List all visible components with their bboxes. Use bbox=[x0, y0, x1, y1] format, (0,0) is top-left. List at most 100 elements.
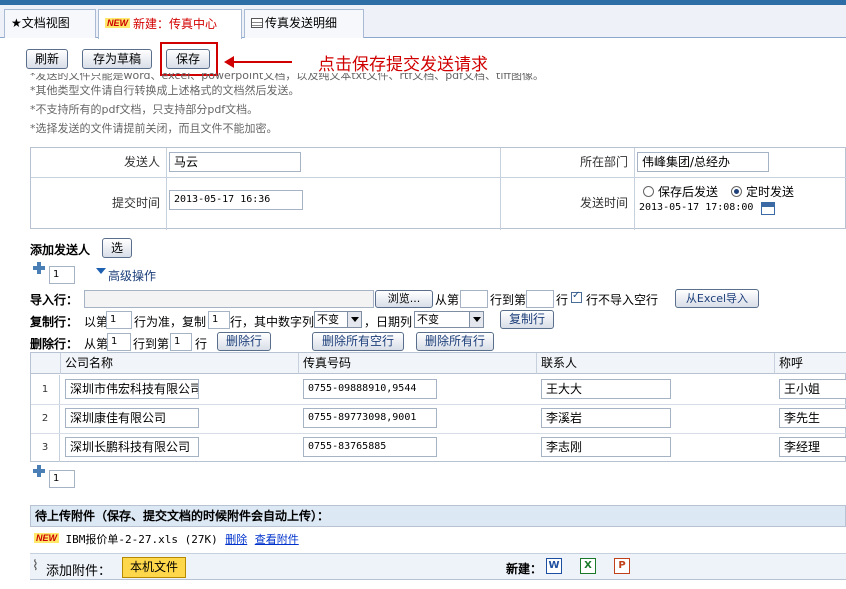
tab-new-fax-center[interactable]: NEW 新建：传真中心 bbox=[98, 9, 242, 39]
dept-field[interactable]: 伟峰集团/总经办 bbox=[637, 152, 769, 172]
skip-empty-checkbox[interactable] bbox=[571, 290, 582, 303]
scheduled-send-label: 定时发送 bbox=[746, 185, 795, 199]
attachment-delete-link[interactable]: 删除 bbox=[225, 533, 247, 546]
salutation-field[interactable]: 王小姐 bbox=[779, 379, 846, 399]
recipient-table: 公司名称 传真号码 联系人 称呼 1 深圳市伟宏科技有限公司 0755-0988… bbox=[30, 352, 846, 462]
copy-row-button[interactable]: 复制行 bbox=[500, 310, 554, 329]
submit-time-label: 提交时间 bbox=[111, 196, 160, 210]
sender-label: 发送人 bbox=[123, 155, 160, 169]
delete-from-field[interactable]: 1 bbox=[107, 333, 131, 351]
row-number: 1 bbox=[31, 375, 60, 404]
chevron-down-icon bbox=[347, 312, 361, 327]
word-doc-icon[interactable]: W bbox=[546, 558, 562, 574]
import-file-field[interactable] bbox=[84, 290, 374, 308]
delete-row-text: 行 bbox=[195, 337, 208, 351]
salutation-field[interactable]: 李经理 bbox=[779, 437, 846, 457]
copy-label: 复制行： bbox=[30, 315, 79, 329]
add-row-count-field[interactable]: 1 bbox=[49, 266, 75, 284]
add-row-count-field-bottom[interactable]: 1 bbox=[49, 470, 75, 488]
company-field[interactable]: 深圳市伟宏科技有限公司 bbox=[65, 379, 199, 399]
sender-field[interactable]: 马云 bbox=[169, 152, 301, 172]
powerpoint-doc-icon[interactable]: P bbox=[614, 558, 630, 574]
contact-field[interactable]: 李志刚 bbox=[541, 437, 671, 457]
import-from-field[interactable] bbox=[460, 290, 488, 308]
copy-datecol-text: ，日期列 bbox=[364, 315, 413, 329]
attachment-view-link[interactable]: 查看附件 bbox=[255, 533, 299, 546]
import-label: 导入行： bbox=[30, 293, 79, 307]
fax-field[interactable]: 0755-09888910,9544 bbox=[303, 379, 437, 399]
table-icon bbox=[251, 18, 263, 28]
tab-document-view[interactable]: ★文档视图 bbox=[4, 9, 96, 38]
attachment-toolbar: ⌇ 添加附件： 本机文件 新建： W X P bbox=[30, 553, 846, 580]
dept-label: 所在部门 bbox=[579, 155, 628, 169]
send-after-save-radio[interactable] bbox=[643, 186, 654, 197]
num-column-select-value: 不变 bbox=[317, 313, 339, 326]
add-attachment-label: 添加附件： bbox=[46, 564, 112, 579]
date-column-select[interactable]: 不变 bbox=[414, 311, 484, 328]
import-row-text: 行 bbox=[556, 293, 569, 307]
row-number: 3 bbox=[31, 434, 60, 462]
delete-to-field[interactable]: 1 bbox=[170, 333, 192, 351]
import-to-text: 行到第 bbox=[490, 293, 527, 307]
scheduled-send-radio[interactable] bbox=[731, 186, 742, 197]
tab-document-view-label: ★文档视图 bbox=[11, 16, 70, 30]
send-time-label: 发送时间 bbox=[579, 196, 628, 210]
tab-fax-send-detail-label: 传真发送明细 bbox=[265, 16, 338, 30]
copy-count-field[interactable]: 1 bbox=[208, 311, 230, 329]
calendar-icon[interactable] bbox=[761, 202, 775, 215]
save-draft-button[interactable]: 存为草稿 bbox=[82, 49, 152, 69]
browse-button[interactable]: 浏览... bbox=[375, 290, 433, 308]
tab-fax-send-detail[interactable]: 传真发送明细 bbox=[244, 9, 364, 38]
delete-row-button[interactable]: 删除行 bbox=[217, 332, 271, 351]
contact-field[interactable]: 王大大 bbox=[541, 379, 671, 399]
note-line: *选择发送的文件请提前关闭，而且文件不能加密。 bbox=[30, 122, 278, 135]
num-column-select[interactable]: 不变 bbox=[314, 311, 362, 328]
dept-value-cell: 伟峰集团/总经办 bbox=[635, 148, 846, 178]
note-line: *其他类型文件请自行转换成上述格式的文档然后发送。 bbox=[30, 84, 300, 97]
advanced-ops-link[interactable]: 高级操作 bbox=[108, 267, 156, 284]
local-file-button[interactable]: 本机文件 bbox=[122, 557, 186, 578]
attachment-filename: IBM报价单-2-27.xls (27K) bbox=[65, 533, 218, 546]
triangle-down-icon[interactable] bbox=[96, 268, 106, 274]
new-badge: NEW bbox=[34, 533, 59, 543]
delete-label: 删除行： bbox=[30, 337, 79, 351]
excel-doc-icon[interactable]: X bbox=[580, 558, 596, 574]
add-row-plus-icon[interactable] bbox=[33, 262, 45, 274]
new-doc-label: 新建： bbox=[506, 562, 543, 576]
company-field[interactable]: 深圳长鹏科技有限公司 bbox=[65, 437, 199, 457]
column-header-rownum bbox=[31, 353, 61, 374]
add-recipient-label: 添加发送人 bbox=[30, 243, 91, 257]
notes: *发送的文件只能是word、excel、powerpoint文档，以及纯文本tx… bbox=[30, 73, 544, 138]
column-header-fax: 传真号码 bbox=[299, 353, 537, 374]
paperclip-icon: ⌇ bbox=[32, 558, 39, 574]
fax-field[interactable]: 0755-89773098,9001 bbox=[303, 408, 437, 428]
scheduled-time-value[interactable]: 2013-05-17 17:08:00 bbox=[639, 202, 753, 213]
column-header-title: 称呼 bbox=[775, 353, 846, 374]
sender-value-cell: 马云 bbox=[167, 148, 501, 178]
delete-all-rows-button[interactable]: 删除所有行 bbox=[416, 332, 494, 351]
copy-row-field[interactable]: 1 bbox=[106, 311, 132, 329]
tab-bar: ★文档视图 NEW 新建：传真中心 传真发送明细 bbox=[0, 5, 846, 39]
import-to-field[interactable] bbox=[526, 290, 554, 308]
salutation-field[interactable]: 李先生 bbox=[779, 408, 846, 428]
company-field[interactable]: 深圳康佳有限公司 bbox=[65, 408, 199, 428]
submit-time-field[interactable]: 2013-05-17 16:36 bbox=[169, 190, 303, 210]
delete-empty-rows-button[interactable]: 删除所有空行 bbox=[312, 332, 404, 351]
save-highlight-box bbox=[160, 42, 218, 76]
row-number: 2 bbox=[31, 405, 60, 433]
refresh-button[interactable]: 刷新 bbox=[26, 49, 68, 69]
column-header-company: 公司名称 bbox=[61, 353, 299, 374]
excel-import-button[interactable]: 从Excel导入 bbox=[675, 289, 759, 308]
attachment-item: NEW IBM报价单-2-27.xls (27K) 删除 查看附件 bbox=[30, 528, 846, 548]
contact-field[interactable]: 李溪岩 bbox=[541, 408, 671, 428]
callout-text: 点击保存提交发送请求 bbox=[318, 55, 488, 75]
new-badge: NEW bbox=[105, 18, 130, 28]
chevron-down-icon bbox=[469, 312, 483, 327]
import-from-text: 从第 bbox=[435, 293, 460, 307]
submit-time-value-cell: 2013-05-17 16:36 bbox=[167, 178, 501, 230]
select-recipient-button[interactable]: 选 bbox=[102, 238, 132, 258]
delete-to-text: 行到第 bbox=[133, 337, 170, 351]
send-time-value-cell: 保存后发送 定时发送 2013-05-17 17:08:00 bbox=[635, 178, 846, 230]
fax-field[interactable]: 0755-83765885 bbox=[303, 437, 437, 457]
add-row-plus-icon-bottom[interactable] bbox=[33, 465, 45, 477]
